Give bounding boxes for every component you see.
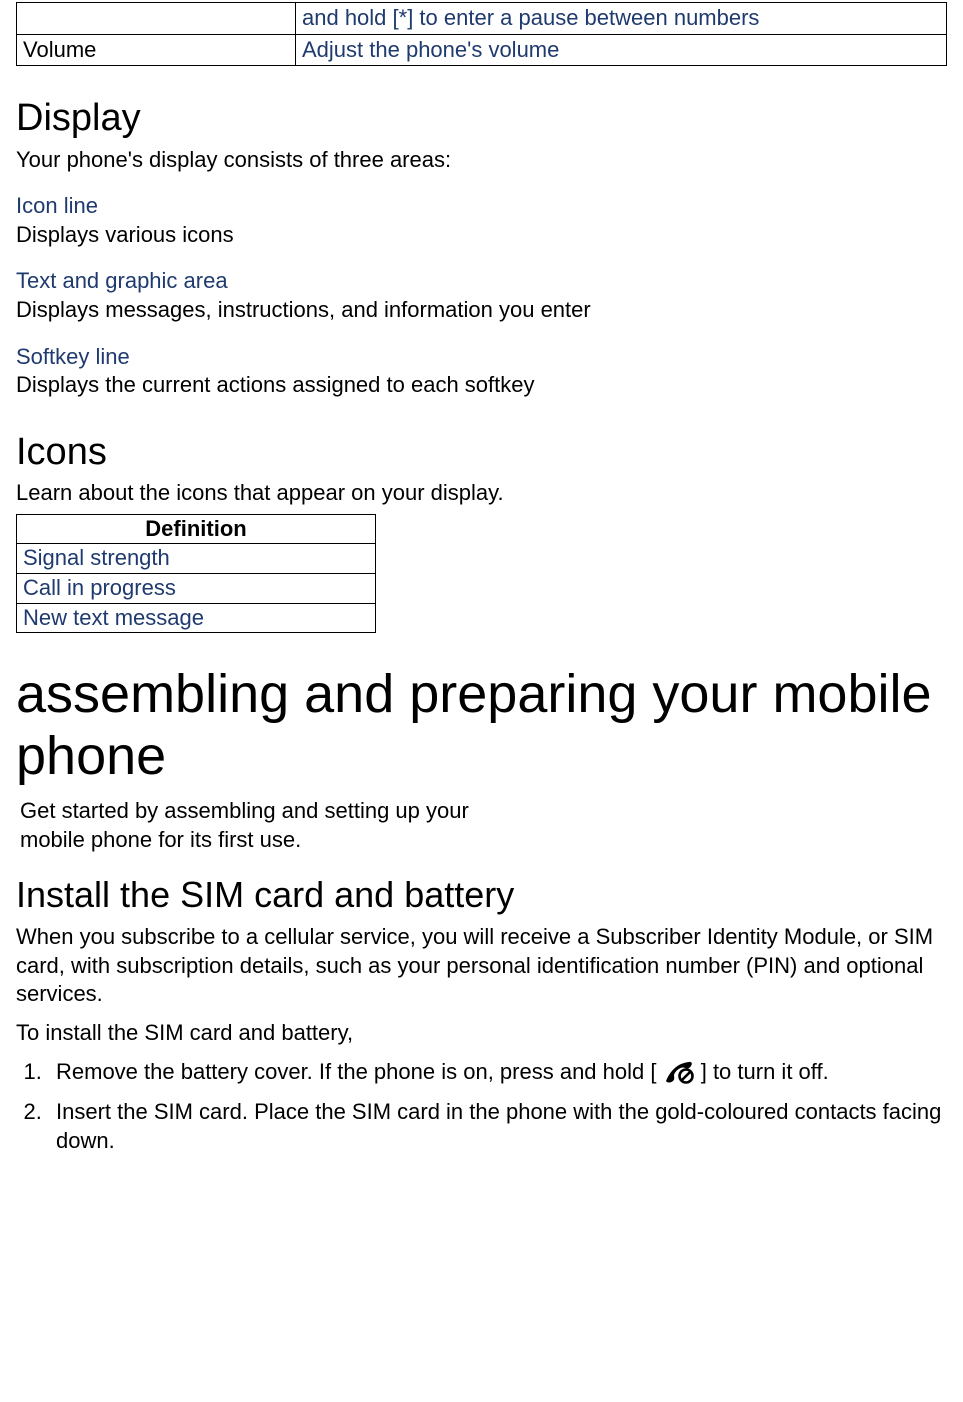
install-paragraph: When you subscribe to a cellular service… <box>16 923 947 1009</box>
area-title: Softkey line <box>16 343 947 372</box>
step-text-post: ] to turn it off. <box>701 1059 829 1084</box>
definitions-table: Definition Signal strength Call in progr… <box>16 514 376 633</box>
area-body: Displays various icons <box>16 221 947 250</box>
area-body: Displays the current actions assigned to… <box>16 371 947 400</box>
install-steps: Remove the battery cover. If the phone i… <box>48 1058 947 1156</box>
list-item: Insert the SIM card. Place the SIM card … <box>48 1098 947 1155</box>
area-title: Text and graphic area <box>16 267 947 296</box>
display-heading: Display <box>16 94 947 143</box>
icons-heading: Icons <box>16 428 947 477</box>
chapter-title: assembling and preparing your mobile pho… <box>16 663 947 787</box>
chapter-intro: Get started by assembling and setting up… <box>20 797 490 854</box>
definition-header: Definition <box>17 514 376 544</box>
key-name-cell: Volume <box>17 34 296 66</box>
area-title: Icon line <box>16 192 947 221</box>
definition-cell: New text message <box>17 603 376 633</box>
list-item: Remove the battery cover. If the phone i… <box>48 1058 947 1093</box>
end-call-icon <box>663 1059 695 1093</box>
area-body: Displays messages, instructions, and inf… <box>16 296 947 325</box>
step-text: Insert the SIM card. Place the SIM card … <box>56 1099 941 1153</box>
step-text-pre: Remove the battery cover. If the phone i… <box>56 1059 656 1084</box>
key-name-cell <box>17 3 296 35</box>
table-row: and hold [*] to enter a pause between nu… <box>17 3 947 35</box>
key-desc-cell: Adjust the phone's volume <box>296 34 947 66</box>
install-heading: Install the SIM card and battery <box>16 872 947 919</box>
key-desc-cell: and hold [*] to enter a pause between nu… <box>296 3 947 35</box>
icons-lead: Learn about the icons that appear on you… <box>16 479 947 508</box>
definition-cell: Call in progress <box>17 573 376 603</box>
definition-cell: Signal strength <box>17 544 376 574</box>
display-lead: Your phone's display consists of three a… <box>16 146 947 175</box>
table-row: Volume Adjust the phone's volume <box>17 34 947 66</box>
keys-table: and hold [*] to enter a pause between nu… <box>16 2 947 66</box>
install-paragraph: To install the SIM card and battery, <box>16 1019 947 1048</box>
